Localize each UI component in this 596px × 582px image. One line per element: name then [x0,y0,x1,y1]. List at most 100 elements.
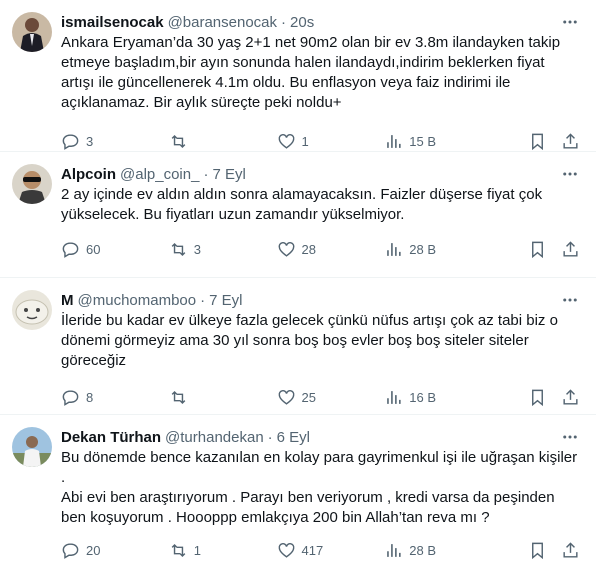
timestamp[interactable]: 20s [290,14,314,31]
views-button[interactable]: 28 B [384,240,492,259]
tweet-text: Bu dönemde bence kazanılan en kolay para… [61,449,578,526]
separator-dot: · [281,13,287,31]
share-icon [563,240,578,257]
retweet-button[interactable]: 3 [169,240,277,259]
share-button[interactable] [561,541,580,560]
reply-count: 3 [86,133,94,149]
reply-button[interactable]: 60 [61,240,169,259]
bookmark-icon [532,241,543,258]
share-icon [563,132,578,149]
reply-button[interactable]: 3 [61,132,169,151]
reply-icon [62,133,79,150]
action-bar: 8 25 16 B [61,387,580,407]
separator-dot: · [267,428,273,446]
user-handle[interactable]: @baransenocak [168,14,277,31]
bookmark-icon [532,389,543,406]
reply-button[interactable]: 8 [61,388,169,407]
like-icon [278,542,294,558]
avatar[interactable] [12,164,52,204]
view-count: 15 B [409,133,436,149]
retweet-button[interactable]: 1 [169,541,277,560]
views-button[interactable]: 15 B [384,132,492,151]
display-name[interactable]: Alpcoin [61,166,116,183]
like-icon [278,389,294,405]
retweet-icon [171,134,186,148]
share-button[interactable] [561,240,580,259]
user-handle[interactable]: @muchomamboo [78,292,197,309]
reply-button[interactable]: 20 [61,541,169,560]
like-icon [278,133,294,149]
avatar[interactable] [12,290,52,330]
tweet-header: ismailsenocak @baransenocak · 20s [61,12,580,32]
timestamp[interactable]: 7 Eyl [209,292,242,309]
tweet-header: Alpcoin @alp_coin_ · 7 Eyl [61,164,580,184]
bookmark-button[interactable] [528,541,547,560]
share-icon [563,541,578,558]
reply-count: 20 [86,542,101,558]
like-button[interactable]: 1 [277,132,385,151]
more-icon[interactable] [558,425,582,449]
bookmark-icon [532,133,543,150]
tweet-header: Dekan Türhan @turhandekan · 6 Eyl [61,427,580,447]
views-icon [387,134,401,148]
bookmark-button[interactable] [528,388,547,407]
avatar[interactable] [12,427,52,467]
bookmark-button[interactable] [528,240,547,259]
user-handle[interactable]: @turhandekan [165,429,264,446]
retweet-button[interactable] [169,388,277,407]
timestamp[interactable]: 7 Eyl [212,166,245,183]
tweet[interactable]: Alpcoin @alp_coin_ · 7 Eyl 2 ay içinde e… [0,152,596,278]
retweet-count: 3 [193,241,201,257]
action-bar: 20 1 417 28 B [61,540,580,560]
view-count: 28 B [409,542,436,558]
like-button[interactable]: 28 [277,240,385,259]
like-count: 25 [301,389,316,405]
like-count: 28 [301,241,316,257]
like-button[interactable]: 25 [277,388,385,407]
like-count: 1 [301,133,309,149]
bookmark-icon [532,542,543,559]
retweet-button[interactable] [169,132,277,151]
views-icon [387,242,401,256]
action-bar: 60 3 28 28 B [61,239,580,259]
reply-count: 60 [86,241,101,257]
retweet-icon [171,242,186,256]
views-button[interactable]: 28 B [384,541,492,560]
more-icon[interactable] [558,10,582,34]
display-name[interactable]: M [61,292,74,309]
user-handle[interactable]: @alp_coin_ [120,166,199,183]
reply-count: 8 [86,389,94,405]
like-button[interactable]: 417 [277,541,385,560]
bookmark-button[interactable] [528,132,547,151]
views-icon [387,543,401,557]
more-icon[interactable] [558,288,582,312]
tweet[interactable]: Dekan Türhan @turhandekan · 6 Eyl Bu dön… [0,415,596,582]
separator-dot: · [203,165,209,183]
avatar[interactable] [12,12,52,52]
more-icon[interactable] [558,162,582,186]
timestamp[interactable]: 6 Eyl [277,429,310,446]
tweet[interactable]: ismailsenocak @baransenocak · 20s Ankara… [0,0,596,152]
views-button[interactable]: 16 B [384,388,492,407]
separator-dot: · [200,291,206,309]
reply-icon [62,389,79,406]
retweet-count: 1 [193,542,201,558]
tweet[interactable]: M @muchomamboo · 7 Eyl İleride bu kadar … [0,278,596,415]
tweet-text: 2 ay içinde ev aldın aldın sonra alamaya… [61,186,543,223]
share-button[interactable] [561,132,580,151]
tweet-text: İleride bu kadar ev ülkeye fazla gelecek… [61,312,558,369]
tweet-header: M @muchomamboo · 7 Eyl [61,290,580,310]
views-icon [387,390,401,404]
like-count: 417 [301,542,324,558]
view-count: 16 B [409,389,436,405]
view-count: 28 B [409,241,436,257]
reply-icon [62,542,79,559]
retweet-icon [171,390,186,404]
like-icon [278,241,294,257]
tweet-text: Ankara Eryaman’da 30 yaş 2+1 net 90m2 ol… [61,34,561,111]
action-bar: 3 1 15 B [61,131,580,151]
share-button[interactable] [561,388,580,407]
display-name[interactable]: Dekan Türhan [61,429,161,446]
reply-icon [62,241,79,258]
display-name[interactable]: ismailsenocak [61,14,164,31]
